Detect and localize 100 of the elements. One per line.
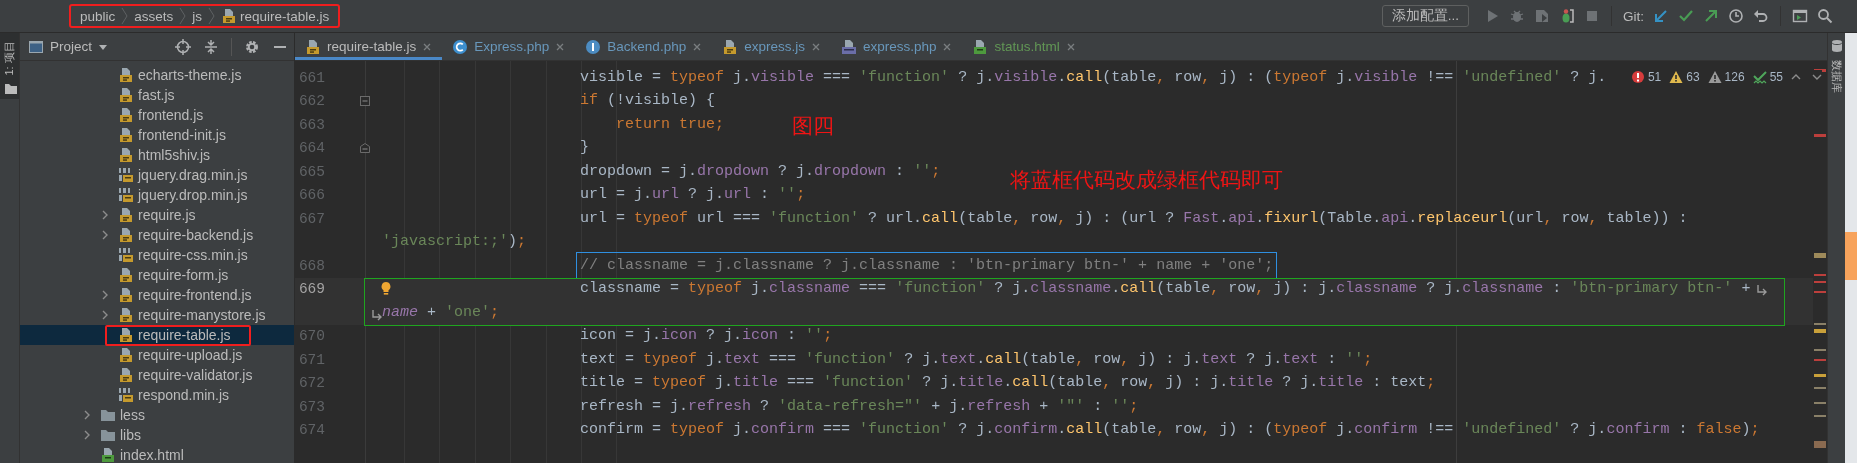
tree-item[interactable]: require.js [20,205,294,225]
tree-item[interactable]: require-manystore.js [20,305,294,325]
tree-item[interactable]: fast.js [20,85,294,105]
breadcrumb-item[interactable]: assets [134,8,174,24]
tree-item[interactable]: echarts-theme.js [20,65,294,85]
typo-check-icon[interactable] [1752,70,1767,84]
editor-tab[interactable]: Express.php [442,33,576,60]
line-number: 673 [297,398,325,415]
line-number: 667 [297,210,325,227]
run-configuration-button[interactable]: 添加配置... [1381,5,1469,27]
error-icon[interactable] [1630,70,1645,84]
annotation-text: 图四 [792,113,834,140]
js-file-icon [118,227,134,243]
folder-icon [100,427,116,443]
code-line: url = typeof url === 'function' ? url.call(table, row, j) : (url ? Fast.api.fixurl(Table.api.replaceurl(url, row, table)) : [580,208,1688,229]
minified-js-file-icon [118,187,134,203]
view-selector[interactable]: Project [50,39,93,54]
weak-warning-icon[interactable] [1707,70,1722,84]
js-file-icon [118,87,134,103]
window-icon[interactable] [1792,8,1808,24]
lightbulb-icon[interactable] [380,280,392,296]
stop-icon[interactable] [1584,8,1600,24]
tree-item[interactable]: require-table.js [20,325,294,345]
tree-item[interactable]: require-frontend.js [20,285,294,305]
tree-item[interactable]: require-backend.js [20,225,294,245]
code-line: refresh = j.refresh ? 'data-refresh="' + j.refresh + '"' : ''; [580,396,1139,417]
checkmark-icon[interactable] [1678,8,1694,24]
arrow-up-right-icon[interactable] [1703,8,1719,24]
soft-wrap-icon [371,308,383,321]
editor-tab[interactable]: Backend.php [575,33,713,60]
tree-item[interactable]: libs [20,425,294,445]
tree-item[interactable]: require-css.min.js [20,245,294,265]
js-file-icon [722,38,739,55]
fold-icon[interactable] [360,96,370,107]
tree-item[interactable]: index.html [20,445,294,463]
database-tool-button[interactable]: 数据库 [1828,33,1845,103]
line-number: 672 [297,375,325,392]
line-number: 665 [297,163,325,180]
folder-icon [100,407,116,423]
minified-js-file-icon [118,247,134,263]
tree-item[interactable]: jquery.drop.min.js [20,185,294,205]
chevron-right-icon [121,6,129,26]
chevron-up-icon[interactable] [1791,72,1801,82]
coverage-icon[interactable] [1534,8,1550,24]
close-icon[interactable] [555,41,566,52]
tree-item[interactable]: frontend.js [20,105,294,125]
line-number: 671 [297,351,325,368]
settings-icon[interactable] [244,38,260,55]
crosshair-icon[interactable] [175,38,191,55]
chevron-right-icon[interactable] [82,430,92,440]
tree-item[interactable]: require-upload.js [20,345,294,365]
bug-icon[interactable] [1509,8,1525,24]
line-number: 663 [297,116,325,133]
minified-js-file-icon [118,167,134,183]
tree-item[interactable]: require-form.js [20,265,294,285]
js-file-icon [118,107,134,123]
breadcrumb-item[interactable]: public [80,8,116,24]
breadcrumb-item[interactable]: js [192,8,203,24]
tree-item[interactable]: html5shiv.js [20,145,294,165]
interface-icon [585,38,602,55]
breadcrumb-item[interactable]: require-table.js [221,8,330,24]
fold-icon[interactable] [360,143,370,154]
line-number: 666 [297,187,325,204]
line-number: 669 [297,281,325,298]
html-file-icon [972,38,989,55]
chevron-right-icon[interactable] [100,210,110,220]
warning-count: 63 [1686,70,1700,84]
tree-item[interactable]: respond.min.js [20,385,294,405]
search-icon[interactable] [1817,8,1833,24]
project-tool-button[interactable]: 1: 项目 [0,33,19,99]
tree-item[interactable]: jquery.drag.min.js [20,165,294,185]
editor-tab[interactable]: require-table.js [295,33,443,60]
chevron-right-icon[interactable] [100,290,110,300]
chevron-right-icon[interactable] [82,410,92,420]
chevron-right-icon [208,6,216,26]
editor-tab[interactable]: status.html [962,33,1086,60]
arrow-down-left-icon[interactable] [1653,8,1669,24]
editor-tab[interactable]: express.php [830,33,963,60]
js-file-icon [118,307,134,323]
close-icon[interactable] [422,41,433,52]
chevron-right-icon[interactable] [100,230,110,240]
js-file-icon [118,147,134,163]
chevron-down-icon[interactable] [1812,72,1822,82]
close-icon[interactable] [692,41,703,52]
editor-tab[interactable]: express.js [712,33,831,60]
close-icon[interactable] [1065,41,1076,52]
code-line: visible = typeof j.visible === 'function' ? j.visible.call(table, row, j) : (typeof j.visible !== 'undefined' ? j. [580,67,1607,88]
close-icon[interactable] [810,41,821,52]
collapse-all-icon[interactable] [203,38,219,55]
line-number: 664 [297,140,325,157]
js-file-icon [118,127,134,143]
warning-icon[interactable] [1669,70,1684,84]
tree-item[interactable]: frontend-init.js [20,125,294,145]
annotation-text: 将蓝框代码改成绿框代码即可 [1010,167,1283,194]
tree-item[interactable]: less [20,405,294,425]
close-icon[interactable] [942,41,953,52]
clock-icon[interactable] [1728,8,1744,24]
undo-icon[interactable] [1753,8,1769,24]
tree-item[interactable]: require-validator.js [20,365,294,385]
chevron-right-icon[interactable] [100,310,110,320]
